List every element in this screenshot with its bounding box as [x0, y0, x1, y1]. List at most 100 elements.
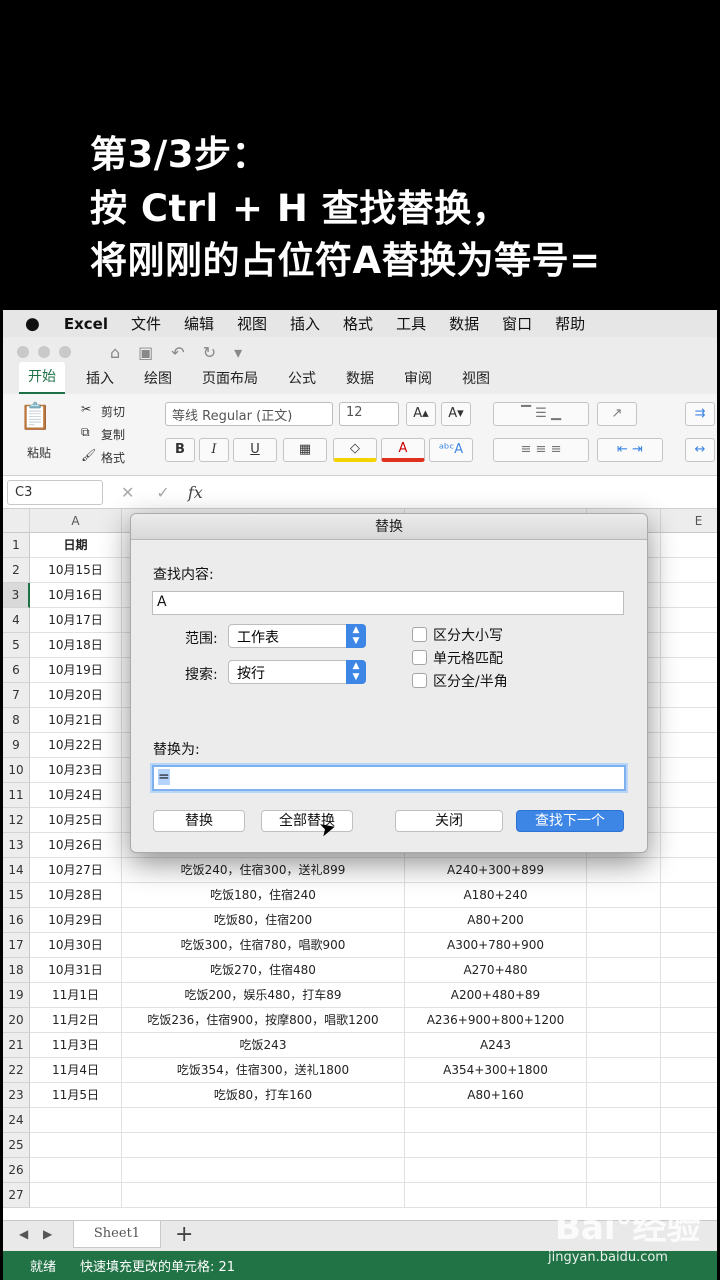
grid-cell-e[interactable]	[661, 633, 717, 658]
tab-draw[interactable]: 绘图	[135, 364, 181, 394]
row-header[interactable]: 23	[3, 1083, 30, 1108]
grid-cell-b[interactable]: 吃饭270，住宿480	[122, 958, 405, 983]
grid-cell-b[interactable]	[122, 1183, 405, 1208]
indent-icon[interactable]: ⇤ ⇥	[597, 438, 663, 462]
grid-cell-b[interactable]: 吃饭180，住宿240	[122, 883, 405, 908]
tab-home[interactable]: 开始	[19, 362, 65, 394]
grid-cell-a[interactable]: 10月27日	[30, 858, 122, 883]
grid-cell-e[interactable]	[661, 1133, 717, 1158]
match-entire-cell-label[interactable]: 单元格匹配	[433, 648, 503, 668]
row-header[interactable]: 11	[3, 783, 30, 808]
row-header[interactable]: 16	[3, 908, 30, 933]
grid-cell-a[interactable]	[30, 1183, 122, 1208]
grid-cell-a[interactable]: 10月25日	[30, 808, 122, 833]
grid-cell-e[interactable]	[661, 558, 717, 583]
match-case-label[interactable]: 区分大小写	[433, 625, 503, 645]
grid-cell-b[interactable]	[122, 1108, 405, 1133]
grid-cell-d[interactable]	[587, 1083, 661, 1108]
grid-cell-c[interactable]: A354+300+1800	[405, 1058, 587, 1083]
row-header[interactable]: 2	[3, 558, 30, 583]
row-header[interactable]: 3	[3, 583, 30, 608]
menu-edit[interactable]: 编辑	[184, 313, 214, 334]
grid-cell-a[interactable]: 10月29日	[30, 908, 122, 933]
add-sheet-button[interactable]: +	[175, 1222, 193, 1247]
menu-format[interactable]: 格式	[343, 313, 373, 334]
save-icon[interactable]: ▣	[138, 343, 153, 362]
copy-icon[interactable]: ⧉	[81, 425, 90, 440]
grid-cell-c[interactable]: A200+480+89	[405, 983, 587, 1008]
horizontal-align-icon[interactable]: ≡ ≡ ≡	[493, 438, 589, 462]
sheet-tab-sheet1[interactable]: Sheet1	[73, 1221, 161, 1248]
tab-insert[interactable]: 插入	[77, 364, 123, 394]
grid-cell-b[interactable]: 吃饭243	[122, 1033, 405, 1058]
find-next-button[interactable]: 查找下一个	[516, 810, 624, 832]
grid-cell-b[interactable]: 吃饭300，住宿780，唱歌900	[122, 933, 405, 958]
grid-cell-e[interactable]	[661, 1058, 717, 1083]
grid-cell-c[interactable]: A80+200	[405, 908, 587, 933]
grid-cell-a[interactable]: 10月22日	[30, 733, 122, 758]
font-size-select[interactable]: 12	[339, 402, 399, 426]
row-header[interactable]: 15	[3, 883, 30, 908]
row-header[interactable]: 10	[3, 758, 30, 783]
match-entire-cell-checkbox[interactable]	[412, 650, 427, 665]
paste-label[interactable]: 粘贴	[27, 444, 51, 461]
increase-font-size-button[interactable]: A▴	[406, 402, 436, 426]
bold-button[interactable]: B	[165, 438, 195, 462]
grid-cell-a[interactable]: 11月3日	[30, 1033, 122, 1058]
font-color-icon[interactable]: A	[381, 438, 425, 462]
grid-cell-b[interactable]: 吃饭354，住宿300，送礼1800	[122, 1058, 405, 1083]
grid-cell-a[interactable]: 10月26日	[30, 833, 122, 858]
column-header-a[interactable]: A	[30, 509, 122, 533]
grid-cell-e[interactable]	[661, 833, 717, 858]
replace-input[interactable]: =	[152, 765, 626, 791]
row-header[interactable]: 25	[3, 1133, 30, 1158]
grid-cell-e[interactable]	[661, 808, 717, 833]
grid-cell-c[interactable]: A240+300+899	[405, 858, 587, 883]
grid-cell-e[interactable]	[661, 783, 717, 808]
grid-cell-e[interactable]	[661, 608, 717, 633]
grid-cell-c[interactable]: A180+240	[405, 883, 587, 908]
grid-cell-a[interactable]: 10月21日	[30, 708, 122, 733]
zoom-window-button[interactable]	[59, 346, 71, 358]
borders-icon[interactable]: ▦	[283, 438, 327, 462]
row-header[interactable]: 27	[3, 1183, 30, 1208]
grid-cell-d[interactable]	[587, 1033, 661, 1058]
row-header[interactable]: 7	[3, 683, 30, 708]
grid-cell-a[interactable]: 10月15日	[30, 558, 122, 583]
row-header[interactable]: 4	[3, 608, 30, 633]
menu-view[interactable]: 视图	[237, 313, 267, 334]
grid-cell-a[interactable]: 10月16日	[30, 583, 122, 608]
row-header[interactable]: 26	[3, 1158, 30, 1183]
redo-icon[interactable]: ↻	[203, 343, 216, 362]
row-header[interactable]: 1	[3, 533, 30, 558]
row-header[interactable]: 12	[3, 808, 30, 833]
grid-cell-e[interactable]	[661, 733, 717, 758]
grid-cell-b[interactable]: 吃饭200，娱乐480，打车89	[122, 983, 405, 1008]
match-byte-width-label[interactable]: 区分全/半角	[433, 671, 508, 691]
close-button[interactable]: 关闭	[395, 810, 503, 832]
copy-button[interactable]: 复制	[101, 426, 125, 443]
grid-cell-a[interactable]: 11月2日	[30, 1008, 122, 1033]
grid-cell-a[interactable]: 11月4日	[30, 1058, 122, 1083]
confirm-icon[interactable]: ✓	[156, 483, 169, 502]
grid-cell-e[interactable]	[661, 683, 717, 708]
next-sheet-icon[interactable]: ▶	[43, 1227, 52, 1241]
grid-cell-b[interactable]: 吃饭80，住宿200	[122, 908, 405, 933]
grid-cell-a[interactable]	[30, 1108, 122, 1133]
grid-cell-d[interactable]	[587, 908, 661, 933]
cut-button[interactable]: 剪切	[101, 403, 125, 420]
grid-cell-a[interactable]: 11月5日	[30, 1083, 122, 1108]
grid-cell-a[interactable]: 10月30日	[30, 933, 122, 958]
grid-cell-c[interactable]	[405, 1133, 587, 1158]
column-header-e[interactable]: E	[661, 509, 717, 533]
grid-cell-a[interactable]: 10月19日	[30, 658, 122, 683]
search-direction-select[interactable]: 按行 ▲ ▼	[228, 660, 366, 684]
grid-cell-e[interactable]	[661, 1033, 717, 1058]
wrap-text-icon[interactable]: ⇉	[685, 402, 715, 426]
grid-cell-d[interactable]	[587, 1108, 661, 1133]
grid-cell-e[interactable]	[661, 708, 717, 733]
grid-cell-e[interactable]	[661, 1108, 717, 1133]
decrease-font-size-button[interactable]: A▾	[441, 402, 471, 426]
grid-cell-c[interactable]: A236+900+800+1200	[405, 1008, 587, 1033]
row-header[interactable]: 17	[3, 933, 30, 958]
